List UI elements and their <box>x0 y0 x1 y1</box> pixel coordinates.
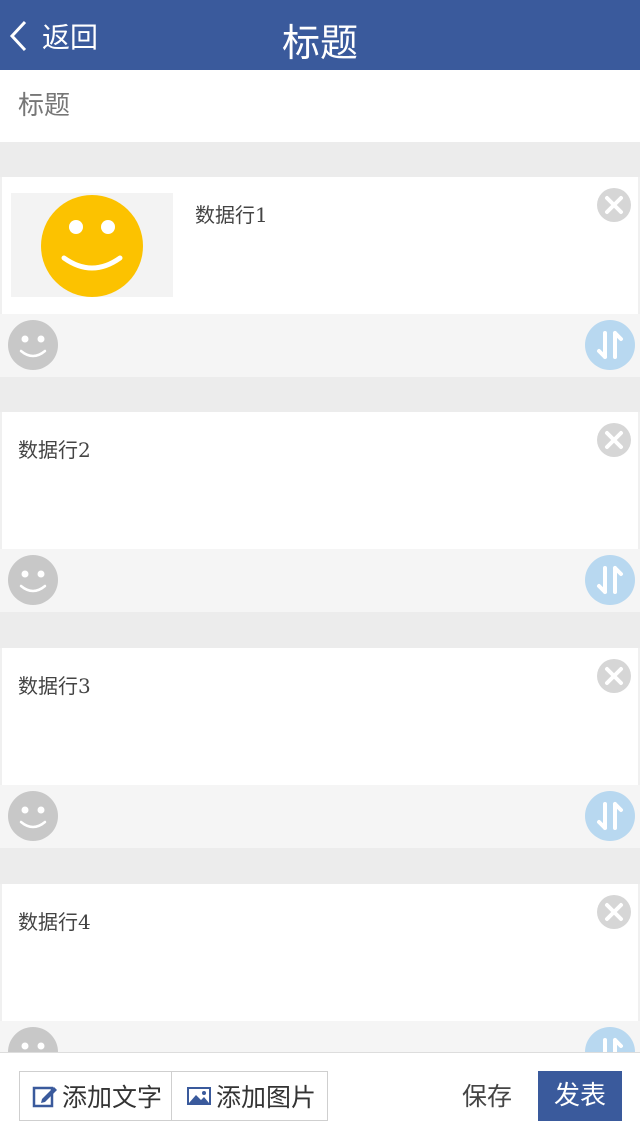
block-content: 数据行3 <box>0 648 640 785</box>
add-image-label: 添加图片 <box>216 1083 317 1112</box>
add-content-group: 添加文字 添加图片 <box>19 1071 328 1121</box>
image-icon <box>187 1087 211 1105</box>
close-circle-icon[interactable] <box>596 658 632 694</box>
add-text-button[interactable]: 添加文字 <box>20 1072 172 1120</box>
block-toolbar <box>0 785 640 848</box>
page-title: 标题 <box>281 21 358 65</box>
block-text[interactable]: 数据行1 <box>195 199 268 228</box>
close-circle-icon[interactable] <box>596 187 632 223</box>
smiley-icon[interactable] <box>7 790 59 842</box>
title-input[interactable] <box>18 84 618 128</box>
close-circle-icon[interactable] <box>596 894 632 930</box>
close-circle-icon[interactable] <box>596 422 632 458</box>
content-block: 数据行3 <box>0 648 640 848</box>
edit-icon <box>32 1086 57 1108</box>
sort-arrows-icon[interactable] <box>584 319 636 371</box>
sort-arrows-icon[interactable] <box>584 554 636 606</box>
add-image-button[interactable]: 添加图片 <box>172 1072 316 1120</box>
image-thumbnail[interactable] <box>11 193 173 297</box>
block-text[interactable]: 数据行3 <box>18 670 91 699</box>
block-toolbar <box>0 549 640 612</box>
block-text[interactable]: 数据行4 <box>18 906 91 935</box>
save-button[interactable]: 保存 <box>462 1077 512 1113</box>
content-block: 数据行1 <box>0 177 640 377</box>
block-text[interactable]: 数据行2 <box>18 434 91 463</box>
publish-button[interactable]: 发表 <box>538 1071 622 1121</box>
block-content: 数据行1 <box>0 177 640 314</box>
block-content: 数据行4 <box>0 884 640 1021</box>
content-block: 数据行2 <box>0 412 640 612</box>
smiley-image <box>41 195 143 297</box>
navigation-bar: 返回 标题 <box>0 0 640 70</box>
bottom-action-bar: 添加文字 添加图片 保存 发表 <box>0 1052 640 1138</box>
sort-arrows-icon[interactable] <box>584 790 636 842</box>
smiley-icon[interactable] <box>7 554 59 606</box>
add-text-label: 添加文字 <box>62 1083 163 1112</box>
block-toolbar <box>0 314 640 377</box>
block-content: 数据行2 <box>0 412 640 549</box>
smiley-icon[interactable] <box>7 319 59 371</box>
title-row <box>0 70 640 142</box>
